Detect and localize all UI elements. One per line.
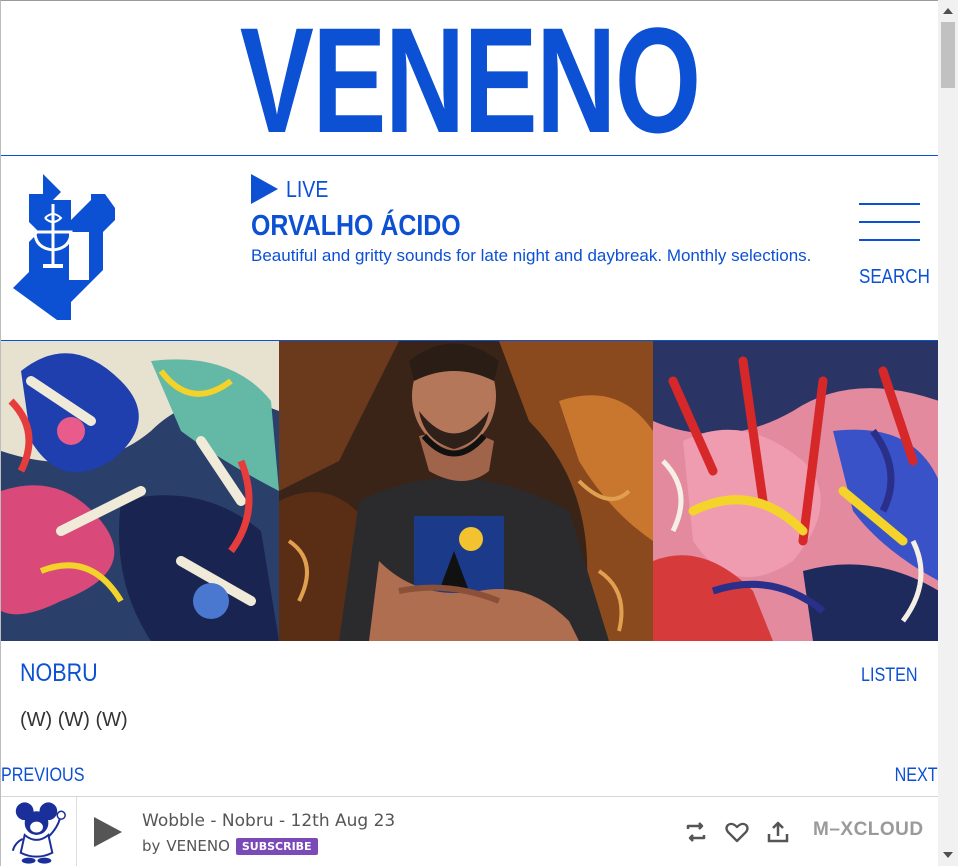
show-description: Beautiful and gritty sounds for late nig… <box>251 246 812 265</box>
owner-link[interactable]: VENENO <box>166 837 229 855</box>
share-icon[interactable] <box>765 819 791 845</box>
menu-line <box>859 203 920 205</box>
live-indicator[interactable]: LIVE <box>251 174 336 204</box>
previous-link[interactable]: PREVIOUS <box>1 765 84 787</box>
masthead: VENENO <box>1 1 938 156</box>
subscribe-button[interactable]: SUBSCRIBE <box>235 837 318 855</box>
scrollbar-thumb[interactable] <box>941 22 955 88</box>
mixcloud-player: Wobble - Nobru - 12th Aug 23 by VENENO S… <box>1 796 938 866</box>
track-byline: by VENENO SUBSCRIBE <box>142 837 318 855</box>
scroll-down-arrow-icon[interactable] <box>943 852 953 858</box>
heart-icon[interactable] <box>724 819 750 845</box>
play-button[interactable] <box>94 817 122 847</box>
site-logo-wordmark[interactable]: VENENO <box>240 5 701 155</box>
listen-link[interactable]: LISTEN <box>861 665 918 687</box>
mix-subtitle: (W) (W) (W) <box>20 709 128 731</box>
track-title[interactable]: Wobble - Nobru - 12th Aug 23 <box>142 811 395 831</box>
hamburger-icon[interactable] <box>859 203 920 243</box>
cartoon-mouse-artwork[interactable] <box>1 797 77 866</box>
play-icon[interactable] <box>251 174 278 204</box>
next-link[interactable]: NEXT <box>895 765 938 787</box>
search-link[interactable]: SEARCH <box>859 266 930 289</box>
scroll-up-arrow-icon[interactable] <box>943 8 953 14</box>
graffiti-panel-right <box>653 341 938 641</box>
menu-line <box>859 239 920 241</box>
repost-icon[interactable] <box>683 819 709 845</box>
page: VENENO LIVE ORVALHO ÁCIDO Beautiful and … <box>0 0 938 866</box>
show-title[interactable]: ORVALHO ÁCIDO <box>251 210 461 243</box>
by-label: by <box>142 837 161 855</box>
now-playing-bar: LIVE ORVALHO ÁCIDO Beautiful and gritty … <box>1 156 938 341</box>
veneno-emblem-icon[interactable] <box>13 174 115 320</box>
dj-photo <box>279 341 653 641</box>
mix-title[interactable]: NOBRU <box>20 659 98 688</box>
vertical-scrollbar[interactable] <box>938 0 958 866</box>
live-label: LIVE <box>286 175 329 202</box>
graffiti-panel-left <box>1 341 279 641</box>
mixcloud-logo[interactable]: M–XCLOUD <box>813 819 924 841</box>
hero-image <box>1 341 938 641</box>
menu-line <box>859 221 920 223</box>
